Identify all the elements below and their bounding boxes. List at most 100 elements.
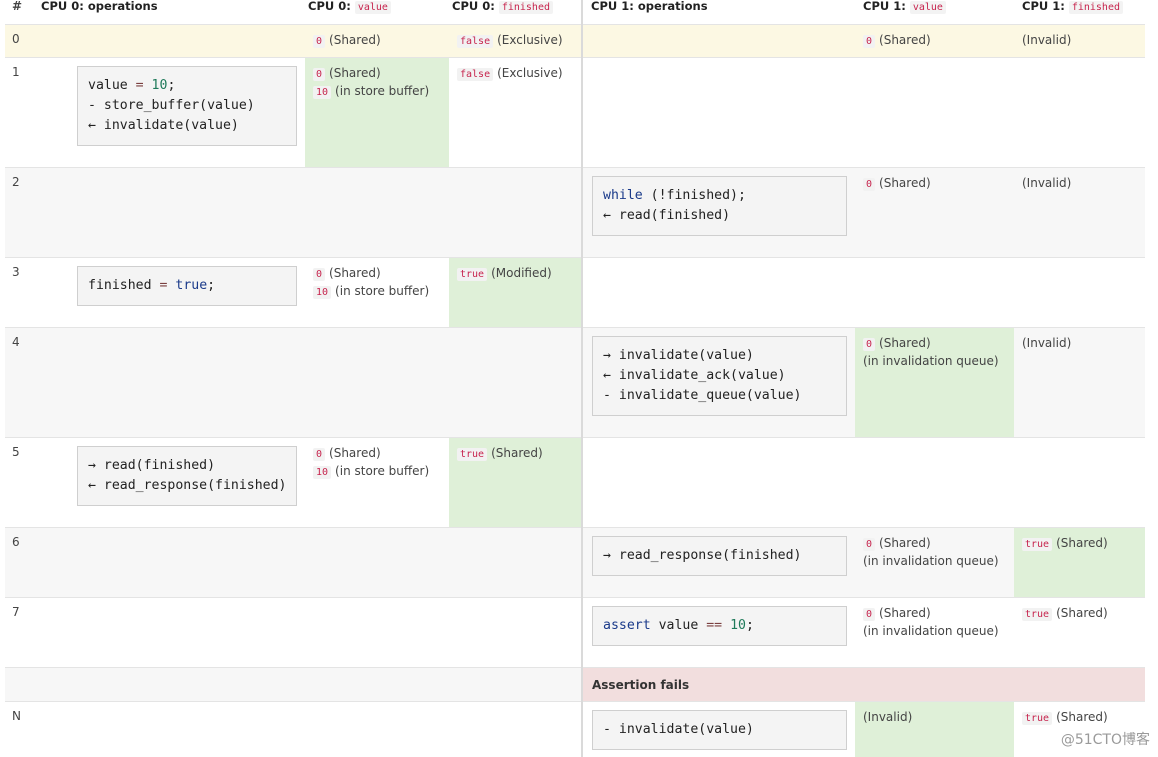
code-line: value = 10; [88,77,176,93]
step-number: 5 [5,436,41,527]
cpu0-value-cell-content: 0 (Shared) [313,32,443,50]
cpu0-value-cell-content: 0 (Shared) 10 (in store buffer) [313,65,443,101]
cpu1-operations-cell: → invalidate(value) ← invalidate_ack(valu… [581,326,855,437]
state-text: (Invalid) [1022,32,1072,47]
table-header-row: # CPU 0: operations CPU 0: value CPU 0: … [5,0,1145,24]
cpu0-finished-cell: false (Exclusive) [449,23,582,57]
cache-state-line: 0 (Shared) [313,32,443,50]
cpu0-value-cell [305,526,449,597]
header-cpu1-value: CPU 1: value [855,0,1014,24]
cache-state-line: 10 (in store buffer) [313,463,443,481]
code-line: → read_response(finished) [603,547,802,563]
cache-state-line: true (Shared) [1022,535,1139,553]
header-cpu1-finished: CPU 1: finished [1014,0,1145,24]
table-row: Assertion fails [5,666,1145,701]
table-row: 2 while (!finished); ← read(finished) 0 (Sha… [5,166,1145,257]
cache-state-line: 0 (Shared) [863,335,1008,353]
code-line: - invalidate(value) [603,721,754,737]
value-tag: 0 [313,447,326,461]
value-tag: 0 [313,67,326,81]
state-text: (Shared) [879,175,931,190]
cpu1-finished-cell [1014,256,1145,327]
cpu0-value-cell: 0 (Shared) 10 (in store buffer) [305,56,449,167]
cpu0-operations-cell: value = 10; - store_buffer(value) ← invali… [41,56,305,167]
cpu1-finished-cell: true (Shared) [1014,526,1145,597]
cpu1-value-cell [855,436,1014,527]
value-tag: 10 [313,85,332,99]
cpu1-value-cell: 0 (Shared) [855,166,1014,257]
cpu1-finished-cell [1014,56,1145,167]
code-block: - invalidate(value) [592,709,847,750]
value-tag: false [457,34,494,48]
cpu0-operations-cell [41,326,305,437]
header-cpu0-operations: CPU 0: operations [41,0,158,13]
cpu0-operations-cell: finished = true; [41,256,305,327]
cpu1-value-cell [855,256,1014,327]
step-number: 6 [5,526,41,597]
cpu1-operations-cell: assert value == 10; [581,596,855,667]
state-text: (Shared) [329,265,381,280]
cpu0-finished-cell [449,526,582,597]
cpu1-finished-cell: (Invalid) [1014,23,1145,57]
code-line: assert value == 10; [603,617,754,633]
cpu0-value-cell-content: 0 (Shared) 10 (in store buffer) [313,445,443,481]
code-line: ← read_response(finished) [88,477,287,493]
cpu0-finished-cell-content: true (Modified) [457,265,575,283]
state-text: (Shared) [329,445,381,460]
assertion-row-left [5,666,582,701]
cpu0-value-cell-content: 0 (Shared) 10 (in store buffer) [313,265,443,301]
value-tag: false [457,67,494,81]
cpu1-value-cell-content: 0 (Shared) (in invalidation queue) [863,605,1008,640]
cache-state-line: 0 (Shared) [313,65,443,83]
code-line: → read(finished) [88,457,216,473]
cpu0-value-cell: 0 (Shared) 10 (in store buffer) [305,436,449,527]
state-text: (Invalid) [863,709,913,724]
assertion-fails-label: Assertion fails [581,666,1145,701]
table-row: 7 assert value == 10; 0 (Shared) (in invalid… [5,596,1145,667]
table-row: 6 → read_response(finished) 0 (Shared) (in i… [5,526,1145,597]
code-line: ← invalidate(value) [88,117,239,133]
cpu0-operations-cell [41,596,305,667]
cache-state-line: 0 (Shared) [863,32,1008,50]
table-row: 5 → read(finished) ← read_response(finishe… [5,436,1145,527]
cache-state-line: (Invalid) [1022,32,1139,49]
code-line: → invalidate(value) [603,347,754,363]
cpu0-finished-cell [449,166,582,257]
cpu1-finished-cell: (Invalid) [1014,326,1145,437]
code-line: ← invalidate_ack(value) [603,367,786,383]
cpu0-operations-cell: → read(finished) ← read_response(finished… [41,436,305,527]
code-block: → invalidate(value) ← invalidate_ack(valu… [592,335,847,416]
value-tag: 0 [313,34,326,48]
watermark: @51CTO博客 [1060,732,1150,748]
state-text: (Shared) [879,605,931,620]
state-text: (Shared) [1056,709,1108,724]
value-tag: 10 [313,285,332,299]
cpu1-operations-cell: → read_response(finished) [581,526,855,597]
cpu1-finished-cell-content: true (Shared) [1022,709,1139,727]
cache-state-line: 10 (in store buffer) [313,283,443,301]
state-text: (Invalid) [1022,335,1072,350]
cache-state-line: false (Exclusive) [457,32,575,50]
cpu0-value-cell [305,326,449,437]
cpu0-finished-cell-content: true (Shared) [457,445,575,463]
table-row: 4 → invalidate(value) ← invalidate_ack(val… [5,326,1145,437]
cpu1-value-cell: 0 (Shared) (in invalidation queue) [855,526,1014,597]
step-number: 2 [5,166,41,257]
header-cpu0-finished: CPU 0: finished [449,0,582,24]
state-text: (Shared) [329,32,381,47]
state-text: (Shared) [491,445,543,460]
cpu0-value-cell: 0 (Shared) [305,23,449,57]
step-number: 3 [5,256,41,327]
cache-state-line: (in invalidation queue) [863,353,1008,370]
cache-state-line: (Invalid) [863,709,1008,726]
table-row: 0 0 (Shared) false (Exclusive) 0 (Shared) (Inva… [5,23,1145,57]
cpu0-operations-cell [41,700,305,757]
header-step-number: # [12,0,23,13]
cpu1-value-cell: (Invalid) [855,700,1014,757]
value-tag: 0 [863,34,876,48]
cpu1-value-cell-content: 0 (Shared) [863,32,1008,50]
cpu0-operations-cell [41,526,305,597]
cpu1-operations-cell [581,436,855,527]
table-row: N - invalidate(value) (Invalid) true (Shared… [5,700,1145,757]
cpu1-finished-cell-content: true (Shared) [1022,605,1139,623]
